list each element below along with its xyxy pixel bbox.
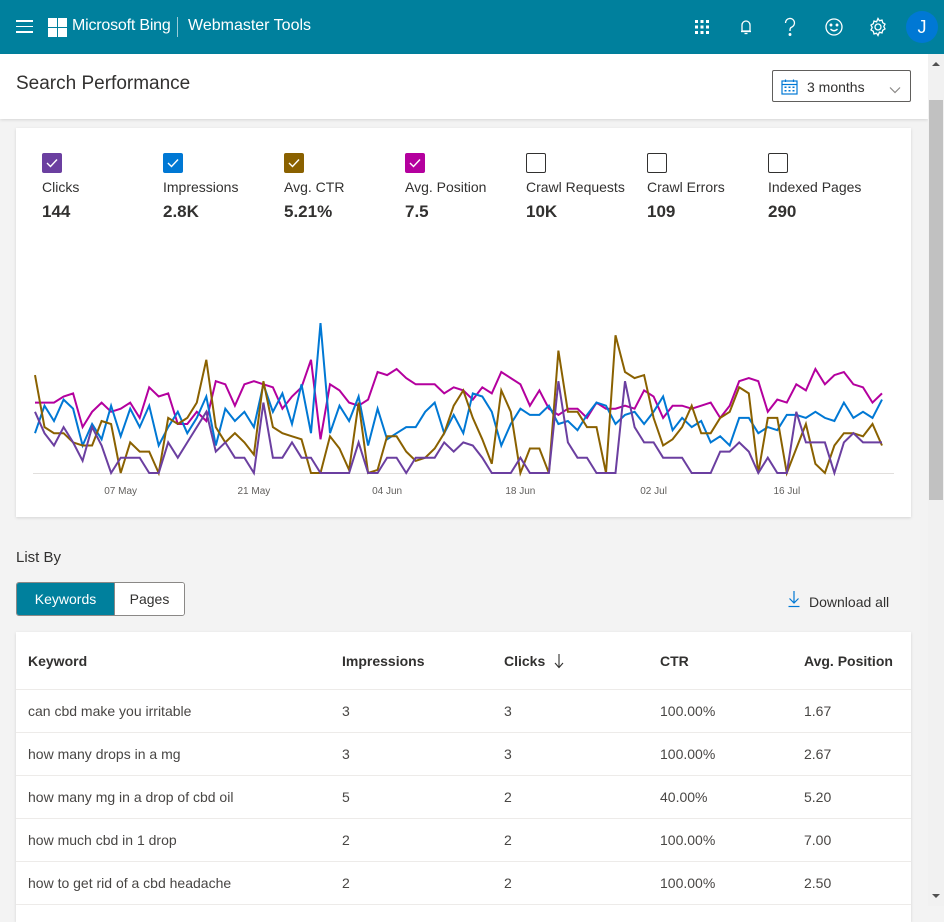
page-header: Search Performance 3 months — [0, 54, 928, 119]
table-row[interactable]: how many drops in a mg 3 3 100.00% 2.67 — [16, 733, 911, 776]
table-row[interactable]: how many mg in a drop of cbd oil 5 2 40.00%… — [16, 776, 911, 819]
download-all-label: Download all — [809, 593, 890, 610]
scrollbar-thumb[interactable] — [929, 100, 943, 500]
clicks-cell: 2 — [504, 875, 512, 891]
keywords-table: Keyword Impressions Clicks CTR Avg. Posi… — [16, 632, 911, 922]
page-scrollbar[interactable] — [928, 54, 944, 906]
scroll-up-arrow-icon[interactable] — [932, 62, 940, 66]
avg-position-cell: 5.20 — [804, 789, 832, 805]
performance-chart-card: Clicks 144 Impressions 2.8K Avg. CTR 5.21% Avg… — [16, 128, 911, 517]
avg-position-cell: 2.67 — [804, 746, 832, 762]
table-row[interactable]: how to get rid of a cbd headache 2 2 100.00… — [16, 862, 911, 905]
table-body: can cbd make you irritable 3 3 100.00% 1.67 h… — [16, 690, 911, 905]
microsoft-logo-icon — [48, 18, 67, 37]
x-tick-label: 21 May — [237, 486, 270, 497]
settings-gear-icon[interactable] — [866, 15, 890, 39]
ctr-cell: 40.00% — [660, 789, 708, 805]
ctr-cell: 100.00% — [660, 746, 716, 762]
menu-icon[interactable] — [16, 20, 33, 34]
chevron-down-icon — [889, 81, 901, 99]
column-header-keyword[interactable]: Keyword — [28, 653, 87, 669]
download-all-button[interactable]: Download all — [788, 590, 889, 613]
help-icon[interactable] — [778, 15, 802, 39]
user-avatar[interactable]: J — [906, 11, 938, 43]
keyword-cell: how much cbd in 1 drop — [28, 832, 177, 848]
brand-separator — [177, 17, 178, 37]
avg-position-cell: 1.67 — [804, 703, 832, 719]
clicks-cell: 3 — [504, 746, 512, 762]
table-row[interactable]: how much cbd in 1 drop 2 2 100.00% 7.00 — [16, 819, 911, 862]
page-title: Search Performance — [16, 73, 191, 94]
keyword-cell: how many drops in a mg — [28, 746, 181, 762]
product-name[interactable]: Webmaster Tools — [188, 17, 311, 35]
list-by-toggle: Keywords Pages — [16, 582, 185, 616]
date-range-dropdown[interactable]: 3 months — [772, 70, 911, 102]
column-header-clicks-label: Clicks — [504, 653, 546, 669]
tab-keywords[interactable]: Keywords — [17, 583, 114, 615]
ctr-cell: 100.00% — [660, 832, 716, 848]
clicks-cell: 2 — [504, 789, 512, 805]
keyword-cell: can cbd make you irritable — [28, 703, 192, 719]
scroll-down-arrow-icon[interactable] — [932, 894, 940, 898]
x-tick-label: 04 Jun — [372, 486, 402, 497]
download-icon — [788, 590, 800, 613]
x-tick-label: 18 Jun — [505, 486, 535, 497]
calendar-icon — [781, 79, 798, 100]
impressions-cell: 3 — [342, 746, 350, 762]
column-header-ctr[interactable]: CTR — [660, 653, 689, 669]
top-bar: Microsoft Bing Webmaster Tools J — [0, 0, 944, 54]
column-header-impressions[interactable]: Impressions — [342, 653, 424, 669]
series-line-impressions[interactable] — [34, 323, 883, 449]
ctr-cell: 100.00% — [660, 875, 716, 891]
column-header-avg-position[interactable]: Avg. Position — [804, 653, 893, 669]
keyword-cell: how to get rid of a cbd headache — [28, 875, 232, 891]
x-tick-label: 02 Jul — [640, 486, 667, 497]
impressions-cell: 5 — [342, 789, 350, 805]
brand-name[interactable]: Microsoft Bing — [72, 17, 171, 35]
avg-position-cell: 2.50 — [804, 875, 832, 891]
sort-descending-icon — [554, 654, 564, 669]
tab-pages[interactable]: Pages — [114, 583, 184, 615]
table-header-row: Keyword Impressions Clicks CTR Avg. Posi… — [16, 632, 911, 690]
keyword-cell: how many mg in a drop of cbd oil — [28, 789, 234, 805]
clicks-cell: 3 — [504, 703, 512, 719]
bell-icon[interactable] — [734, 15, 758, 39]
impressions-cell: 3 — [342, 703, 350, 719]
x-tick-label: 07 May — [104, 486, 137, 497]
table-row[interactable]: can cbd make you irritable 3 3 100.00% 1.67 — [16, 690, 911, 733]
app-launcher-icon[interactable] — [690, 15, 714, 39]
date-range-value: 3 months — [807, 79, 865, 95]
impressions-cell: 2 — [342, 832, 350, 848]
x-tick-label: 16 Jul — [773, 486, 800, 497]
impressions-cell: 2 — [342, 875, 350, 891]
avg-position-cell: 7.00 — [804, 832, 832, 848]
ctr-cell: 100.00% — [660, 703, 716, 719]
feedback-smiley-icon[interactable] — [822, 15, 846, 39]
series-line-avg-ctr[interactable] — [34, 335, 883, 477]
list-by-label: List By — [16, 549, 62, 566]
column-header-clicks[interactable]: Clicks — [504, 653, 564, 669]
performance-line-chart: 07 May 21 May 04 Jun 18 Jun 02 Jul 16 Jul — [33, 323, 894, 497]
clicks-cell: 2 — [504, 832, 512, 848]
